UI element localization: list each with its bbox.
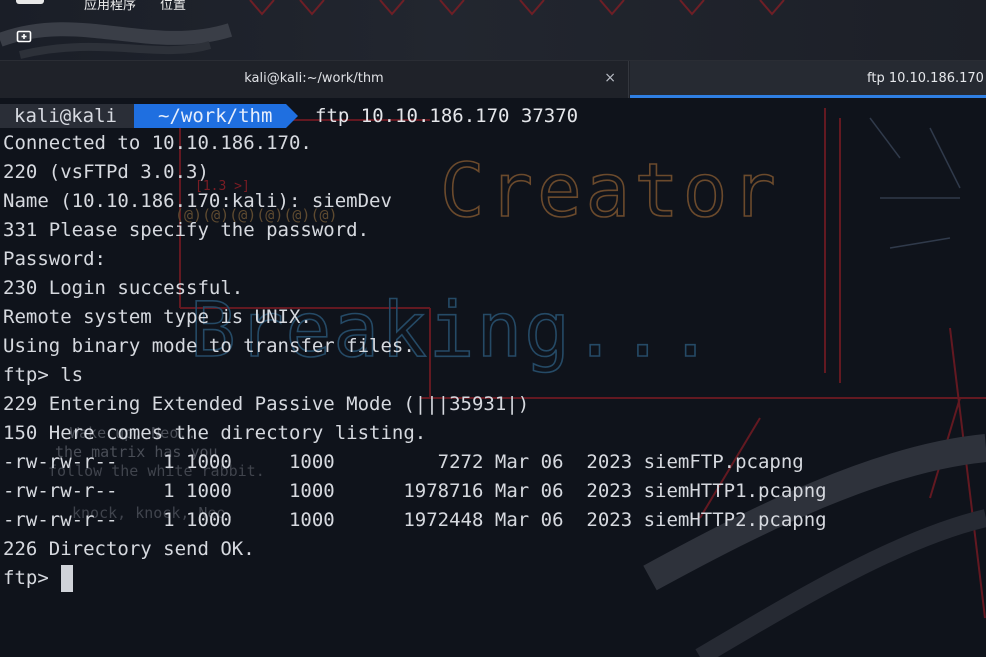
prompt-path: ~/work/thm xyxy=(134,104,298,128)
new-tab-icon[interactable] xyxy=(16,28,32,44)
prompt-user-host: kali@kali xyxy=(0,104,135,128)
terminal-tab-bar: kali@kali:~/work/thm × ftp 10.10.186.170… xyxy=(0,60,986,99)
kali-menu-icon[interactable] xyxy=(16,0,44,4)
terminal-output-line: 229 Entering Extended Passive Mode (|||3… xyxy=(3,393,530,415)
ftp-input-prompt: ftp> xyxy=(3,567,49,589)
applications-menu[interactable]: 应用程序 xyxy=(84,0,136,13)
close-icon[interactable]: × xyxy=(604,70,616,86)
desktop-panel: 应用程序 位置 xyxy=(0,0,986,60)
terminal-output-line: Password: xyxy=(3,248,106,270)
terminal-output-line: Remote system type is UNIX. xyxy=(3,306,312,328)
terminal-output-line: 226 Directory send OK. xyxy=(3,538,255,560)
places-menu[interactable]: 位置 xyxy=(160,0,186,13)
terminal-output-line: 220 (vsFTPd 3.0.3) xyxy=(3,161,209,183)
terminal-output-line: Using binary mode to transfer files. xyxy=(3,335,415,357)
text-cursor xyxy=(60,565,73,592)
shell-prompt: kali@kali ~/work/thm ftp 10.10.186.170 3… xyxy=(0,103,986,129)
terminal-view[interactable]: Creator Breaking... [1.3 >] (@)(@)(@)(@)… xyxy=(0,98,986,657)
terminal-output-line: 150 Here comes the directory listing. xyxy=(3,422,427,444)
prompt-command: ftp 10.10.186.170 37370 xyxy=(315,105,579,127)
terminal-output-line: 230 Login successful. xyxy=(3,277,244,299)
tab-title: kali@kali:~/work/thm xyxy=(244,71,384,86)
tab-kali-work-thm[interactable]: kali@kali:~/work/thm × xyxy=(0,61,629,99)
wallpaper-swirl xyxy=(0,0,785,59)
terminal-output-line: Connected to 10.10.186.170. xyxy=(3,132,312,154)
tab-ftp-session[interactable]: ftp 10.10.186.170 37370 xyxy=(630,61,986,99)
tab-title: ftp 10.10.186.170 37370 xyxy=(867,71,986,86)
terminal-output-line: ftp> ls xyxy=(3,364,84,386)
ftp-input-line[interactable]: ftp> xyxy=(3,564,827,593)
terminal-output-line: Name (10.10.186.170:kali): siemDev xyxy=(3,190,392,212)
terminal-output-line: -rw-rw-r-- 1 1000 1000 1972448 Mar 06 20… xyxy=(3,509,827,531)
terminal-output: Connected to 10.10.186.170. 220 (vsFTPd 3… xyxy=(3,129,827,593)
terminal-output-line: -rw-rw-r-- 1 1000 1000 1978716 Mar 06 20… xyxy=(3,480,827,502)
terminal-output-line: -rw-rw-r-- 1 1000 1000 7272 Mar 06 2023 … xyxy=(3,451,804,473)
terminal-output-line: 331 Please specify the password. xyxy=(3,219,370,241)
